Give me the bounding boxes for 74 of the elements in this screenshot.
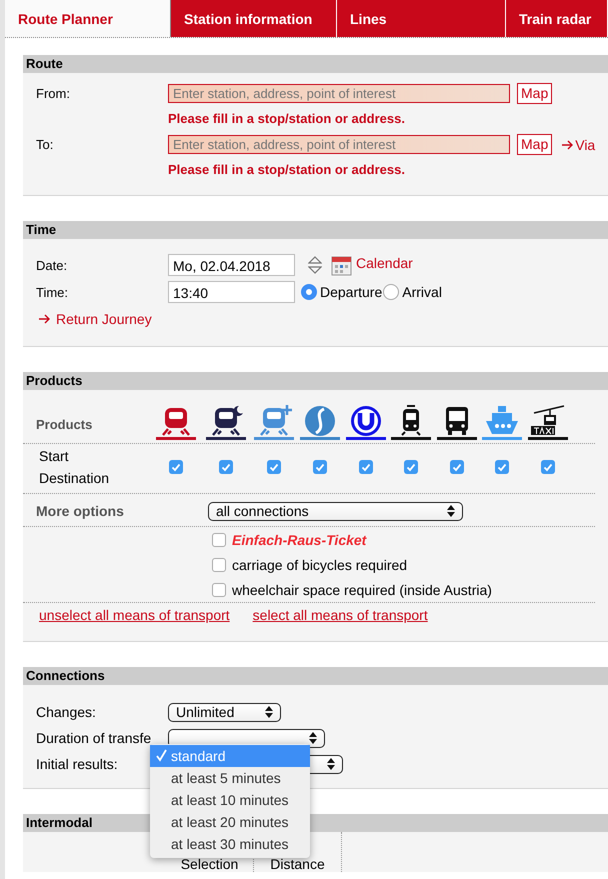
calendar-link[interactable]: Calendar	[356, 255, 413, 271]
select-link[interactable]: unselect all means of transport	[39, 607, 230, 623]
checkbox[interactable]	[450, 460, 464, 474]
tab[interactable]: Train radar	[506, 0, 608, 37]
select-link[interactable]: select all means of transport	[252, 607, 428, 623]
station-input-field[interactable]: Enter station, address, point of interest	[168, 135, 510, 154]
date-field[interactable]: Mo, 02.04.2018	[168, 254, 295, 276]
products-label: Products	[35, 417, 92, 432]
field-label: From:	[36, 86, 71, 101]
checkbox[interactable]	[313, 460, 327, 474]
dropdown-select[interactable]: Unlimited	[168, 702, 281, 722]
checkbox[interactable]	[218, 460, 232, 474]
field-label: Time:	[36, 284, 70, 300]
menu-item[interactable]: at least 20 minutes	[150, 811, 310, 833]
tab[interactable]: Lines	[337, 0, 506, 37]
menu-item[interactable]: at least 30 minutes	[150, 833, 310, 855]
field-label: Duration of transfe	[36, 730, 152, 746]
radio-button[interactable]	[383, 284, 400, 300]
transport-icon[interactable]	[436, 404, 476, 440]
row-label: Start	[39, 447, 70, 466]
checkbox[interactable]	[495, 460, 509, 474]
error-message: Please fill in a stop/station or address.	[168, 111, 406, 126]
stepper-icon[interactable]	[308, 256, 322, 274]
checkbox[interactable]	[212, 532, 226, 546]
column-header: Selection	[180, 856, 238, 872]
field-label: To:	[36, 137, 54, 152]
transport-icon[interactable]	[528, 404, 568, 440]
check-icon	[156, 749, 167, 762]
radio-label: Arrival	[402, 284, 442, 300]
menu-item[interactable]: standard	[150, 745, 310, 767]
checkbox[interactable]	[404, 460, 418, 474]
option-label: Einfach-Raus-Ticket	[232, 532, 366, 548]
transport-icon[interactable]	[206, 404, 246, 440]
checkbox[interactable]	[541, 460, 555, 474]
checkbox[interactable]	[267, 460, 281, 474]
tab[interactable]: Station information	[171, 0, 337, 37]
radio-label: Departure	[320, 284, 382, 300]
transport-icon[interactable]	[346, 404, 386, 440]
checkbox[interactable]	[358, 460, 372, 474]
menu-item[interactable]: at least 10 minutes	[150, 789, 310, 811]
section-header: Time	[23, 221, 608, 239]
more-options-label: More options	[36, 503, 125, 519]
error-message: Please fill in a stop/station or address.	[168, 162, 406, 177]
section-header: Products	[23, 372, 608, 390]
select-arrows-icon	[265, 706, 273, 718]
field-label: Date:	[36, 258, 68, 272]
select-arrows-icon	[309, 732, 317, 744]
select-arrows-icon	[447, 505, 455, 517]
section-header: Connections	[23, 667, 608, 685]
checkbox[interactable]	[212, 558, 226, 572]
column-header: Distance	[270, 856, 325, 872]
checkbox[interactable]	[169, 460, 183, 474]
calendar-icon[interactable]	[331, 254, 352, 276]
field-label: Initial results:	[36, 756, 119, 772]
field-label: Changes:	[36, 704, 97, 720]
connections-select[interactable]: all connections	[208, 502, 463, 520]
tab[interactable]: Route Planner	[5, 0, 171, 37]
time-field[interactable]: 13:40	[168, 281, 295, 303]
via-link[interactable]: Via	[575, 136, 596, 152]
option-label: carriage of bicycles required	[232, 556, 408, 572]
map-button[interactable]: Map	[517, 134, 552, 155]
select-arrows-icon	[327, 758, 335, 770]
section-header: Route	[23, 55, 608, 73]
transport-icon[interactable]	[391, 404, 431, 440]
arrow-icon	[562, 140, 574, 150]
map-button[interactable]: Map	[517, 83, 552, 104]
return-journey-link[interactable]: Return Journey	[56, 311, 152, 327]
menu-item[interactable]: at least 5 minutes	[150, 767, 310, 789]
checkbox[interactable]	[212, 582, 226, 596]
option-label: wheelchair space required (inside Austria)	[232, 582, 492, 598]
arrow-icon	[39, 314, 51, 324]
station-input-field[interactable]: Enter station, address, point of interest	[168, 84, 510, 103]
radio-button[interactable]	[301, 284, 317, 300]
row-label: Destination	[39, 469, 110, 488]
